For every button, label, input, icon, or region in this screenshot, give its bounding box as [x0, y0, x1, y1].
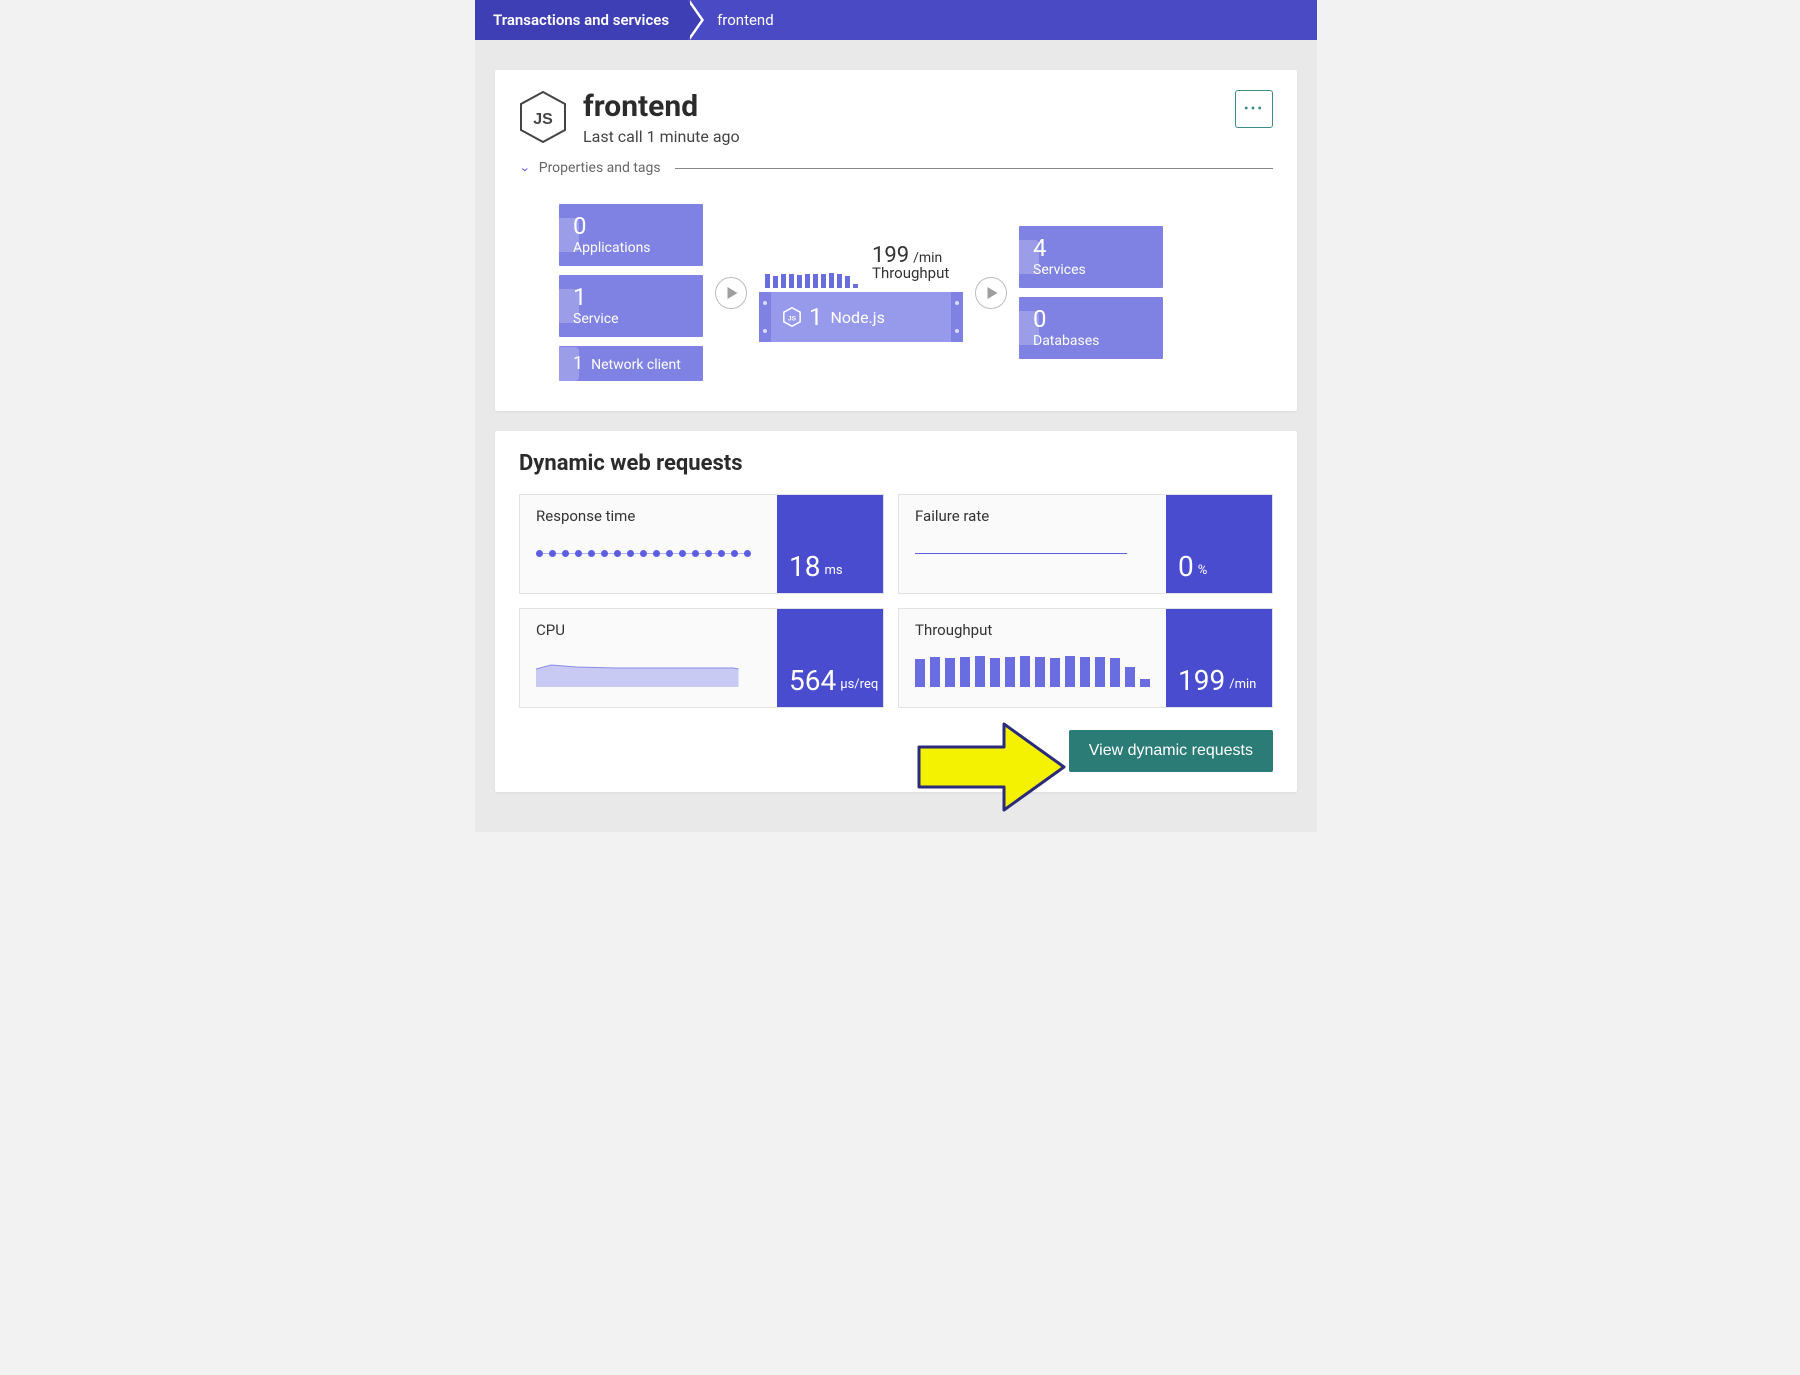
properties-toggle[interactable]: ⌄ Properties and tags — [519, 160, 1273, 176]
divider — [675, 168, 1273, 169]
metric-value: 0 — [1178, 553, 1194, 581]
throughput-sparkline — [915, 647, 1150, 687]
svg-text:JS: JS — [788, 315, 797, 322]
metric-throughput[interactable]: Throughput — [898, 608, 1273, 708]
flow-expand-left-button[interactable] — [715, 277, 747, 309]
flow-tile-label: Service — [573, 311, 691, 327]
play-icon — [727, 287, 738, 299]
metric-value-box: 0 % — [1166, 495, 1272, 593]
annotation-arrow-icon — [909, 712, 1069, 822]
metric-value: 18 — [789, 553, 820, 581]
flow-tile-value: 0 — [1033, 307, 1151, 331]
failure-rate-sparkline — [915, 553, 1127, 554]
metric-response-time[interactable]: Response time 18 — [519, 494, 884, 594]
node-cap-left — [759, 292, 771, 342]
node-count: 1 — [809, 303, 823, 331]
properties-label: Properties and tags — [539, 160, 661, 176]
node-cap-right — [951, 292, 963, 342]
metric-value: 199 — [1178, 667, 1225, 695]
metric-name: CPU — [536, 621, 761, 639]
breadcrumb-current-label: frontend — [717, 11, 774, 29]
metric-unit: /min — [1229, 677, 1256, 692]
metric-failure-rate[interactable]: Failure rate 0 % — [898, 494, 1273, 594]
flow-tile-value: 1 — [573, 353, 583, 374]
breadcrumb: Transactions and services frontend — [475, 0, 1317, 40]
dynamic-requests-card: Dynamic web requests Response time — [495, 431, 1297, 792]
flow-callers-stack: 0 Applications 1 Service 1 Network clien… — [559, 204, 703, 381]
throughput-label: Throughput — [872, 264, 949, 282]
nodejs-icon: JS — [519, 90, 567, 144]
throughput-sparkline — [765, 270, 858, 288]
chevron-down-icon: ⌄ — [519, 162, 531, 175]
flow-tile-label: Network client — [591, 357, 681, 373]
more-actions-button[interactable]: ••• — [1235, 90, 1273, 128]
flow-tile-databases[interactable]: 0 Databases — [1019, 297, 1163, 359]
play-icon — [987, 287, 998, 299]
metric-unit: ms — [824, 563, 842, 578]
flow-tile-service[interactable]: 1 Service — [559, 275, 703, 337]
cpu-sparkline — [536, 647, 739, 687]
flow-callees-stack: 4 Services 0 Databases — [1019, 226, 1163, 359]
nodejs-small-icon: JS — [783, 307, 801, 327]
flow-tile-label: Services — [1033, 262, 1151, 278]
flow-tile-network-client[interactable]: 1 Network client — [559, 346, 703, 381]
breadcrumb-root-label: Transactions and services — [493, 11, 669, 29]
metric-value: 564 — [789, 667, 836, 695]
cta-row: View dynamic requests — [519, 730, 1273, 772]
node-label: Node.js — [831, 308, 885, 327]
metric-name: Response time — [536, 507, 761, 525]
cta-label: View dynamic requests — [1089, 742, 1253, 759]
response-time-sparkline — [536, 550, 751, 557]
breadcrumb-root[interactable]: Transactions and services — [475, 0, 687, 40]
flow-center: 199 /min Throughput JS — [759, 243, 963, 342]
flow-expand-right-button[interactable] — [975, 277, 1007, 309]
metrics-grid: Response time 18 — [519, 494, 1273, 708]
more-icon: ••• — [1244, 101, 1264, 117]
service-overview-card: JS frontend Last call 1 minute ago ••• ⌄… — [495, 70, 1297, 411]
flow-tile-services[interactable]: 4 Services — [1019, 226, 1163, 288]
flow-tile-value: 1 — [573, 285, 691, 309]
flow-tile-value: 0 — [573, 214, 691, 238]
svg-text:JS: JS — [533, 111, 553, 128]
service-title: frontend — [583, 90, 1235, 123]
last-call-label: Last call 1 minute ago — [583, 127, 1235, 146]
section-title: Dynamic web requests — [519, 451, 1273, 476]
metric-value-box: 18 ms — [777, 495, 883, 593]
metric-unit: % — [1198, 563, 1208, 578]
metric-name: Throughput — [915, 621, 1150, 639]
flow-tile-label: Applications — [573, 240, 691, 256]
flow-tile-applications[interactable]: 0 Applications — [559, 204, 703, 266]
flow-node[interactable]: JS 1 Node.js — [759, 292, 963, 342]
metric-unit: µs/req — [840, 677, 878, 692]
flow-tile-value: 4 — [1033, 236, 1151, 260]
metric-value-box: 564 µs/req — [777, 609, 883, 707]
metric-cpu[interactable]: CPU 564 µs/req — [519, 608, 884, 708]
metric-name: Failure rate — [915, 507, 1150, 525]
metric-value-box: 199 /min — [1166, 609, 1272, 707]
view-dynamic-requests-button[interactable]: View dynamic requests — [1069, 730, 1273, 772]
flow-tile-label: Databases — [1033, 333, 1151, 349]
service-flow: 0 Applications 1 Service 1 Network clien… — [519, 200, 1273, 391]
